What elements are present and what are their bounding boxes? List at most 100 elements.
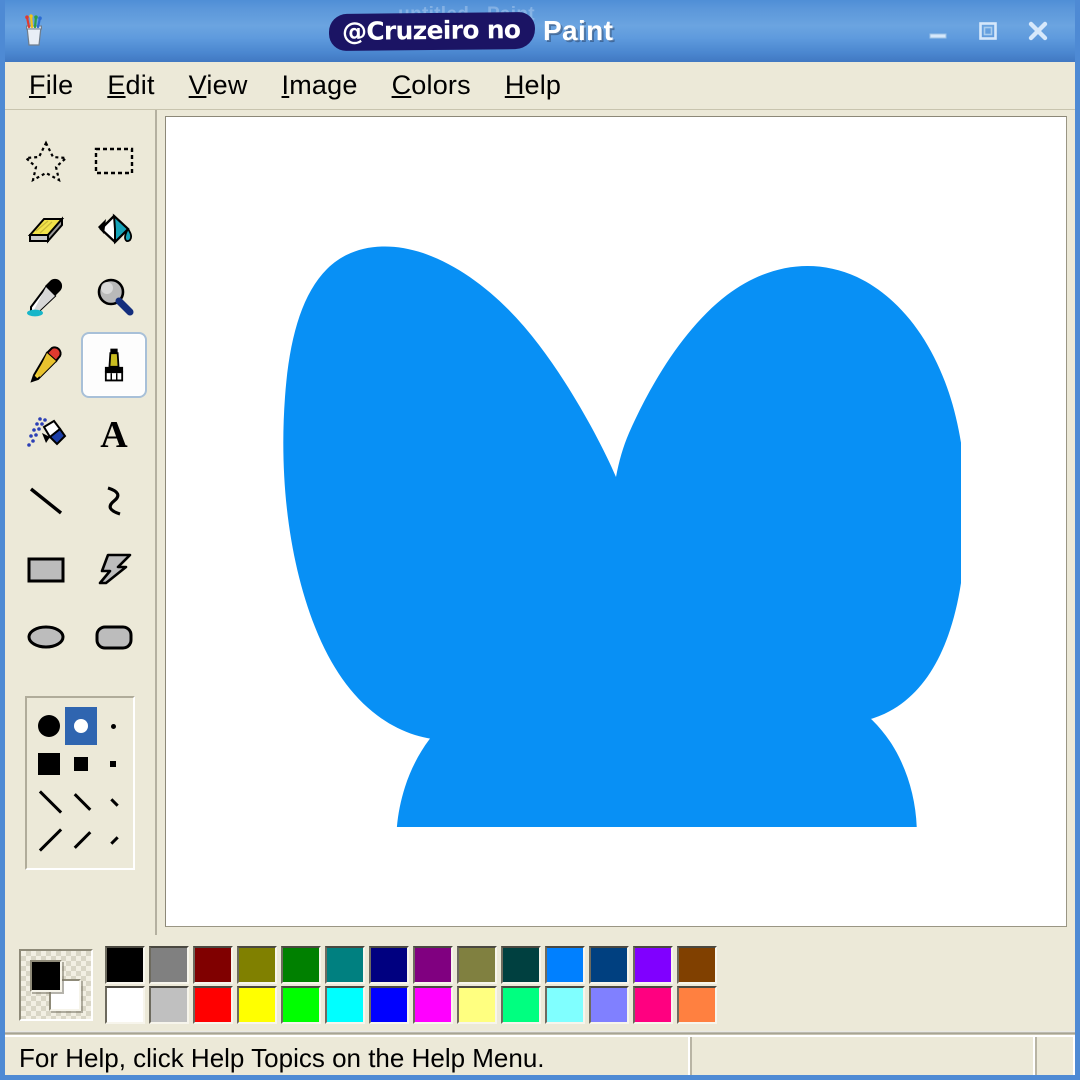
palette-swatch[interactable] xyxy=(413,946,453,984)
bslash-small-icon xyxy=(109,836,118,845)
magnifier-tool[interactable] xyxy=(81,264,147,330)
airbrush-tool[interactable] xyxy=(13,400,79,466)
brush-shape-circle-small[interactable] xyxy=(97,707,129,745)
menu-item-help[interactable]: Help xyxy=(503,68,563,103)
palette-swatch[interactable] xyxy=(457,946,497,984)
square-medium-icon xyxy=(74,757,88,771)
svg-text:A: A xyxy=(100,414,128,455)
menu-accel-file: F xyxy=(29,70,46,100)
palette-swatch[interactable] xyxy=(237,946,277,984)
palette-swatch[interactable] xyxy=(589,986,629,1024)
menu-rest-edit: dit xyxy=(125,70,155,100)
color-palette-bar xyxy=(5,935,1075,1035)
close-button[interactable] xyxy=(1023,16,1053,46)
maximize-button[interactable] xyxy=(973,16,1003,46)
palette-swatch[interactable] xyxy=(325,986,365,1024)
menu-item-file[interactable]: File xyxy=(27,68,75,103)
palette-swatch[interactable] xyxy=(105,986,145,1024)
fill-tool[interactable] xyxy=(81,196,147,262)
palette-swatch[interactable] xyxy=(105,946,145,984)
rounded-rectangle-tool[interactable] xyxy=(81,604,147,670)
brush-shape-circle-large[interactable] xyxy=(33,707,65,745)
canvas-area xyxy=(157,110,1075,935)
curve-tool[interactable] xyxy=(81,468,147,534)
brush-tool[interactable] xyxy=(81,332,147,398)
palette-swatch[interactable] xyxy=(457,986,497,1024)
palette-swatch[interactable] xyxy=(501,946,541,984)
title-bar: untitled - Paint @Cruzeiro no Paint xyxy=(5,0,1075,62)
palette-swatch[interactable] xyxy=(545,946,585,984)
paint-window: untitled - Paint @Cruzeiro no Paint xyxy=(0,0,1080,1080)
palette-swatch[interactable] xyxy=(501,986,541,1024)
eraser-tool[interactable] xyxy=(13,196,79,262)
rectangle-select-tool[interactable] xyxy=(81,128,147,194)
drawing-canvas[interactable] xyxy=(165,116,1067,927)
palette-swatch[interactable] xyxy=(369,946,409,984)
menu-item-colors[interactable]: Colors xyxy=(390,68,473,103)
free-form-select-tool[interactable] xyxy=(13,128,79,194)
brush-shape-bslash-small[interactable] xyxy=(97,821,129,859)
rectangle-tool[interactable] xyxy=(13,536,79,602)
menu-bar: File Edit View Image Colors Help xyxy=(5,62,1075,110)
menu-item-image[interactable]: Image xyxy=(280,68,360,103)
menu-rest-colors: olors xyxy=(411,70,471,100)
status-size-text xyxy=(1035,1037,1075,1075)
brush-shape-fslash-medium[interactable] xyxy=(65,783,97,821)
palette-swatch[interactable] xyxy=(193,986,233,1024)
palette-swatch[interactable] xyxy=(677,986,717,1024)
brush-shape-bslash-large[interactable] xyxy=(33,821,65,859)
brush-shape-options xyxy=(25,696,135,870)
palette-swatch[interactable] xyxy=(633,946,673,984)
circle-small-icon xyxy=(110,723,116,729)
menu-rest-file: ile xyxy=(45,70,74,100)
status-help-text: For Help, click Help Topics on the Help … xyxy=(5,1037,690,1075)
circle-large-icon xyxy=(38,715,60,737)
palette-swatch[interactable] xyxy=(589,946,629,984)
brush-shape-square-medium[interactable] xyxy=(65,745,97,783)
brush-shape-fslash-large[interactable] xyxy=(33,783,65,821)
palette-swatch[interactable] xyxy=(149,946,189,984)
brush-shape-square-small[interactable] xyxy=(97,745,129,783)
menu-accel-view: V xyxy=(188,70,207,100)
palette-swatch[interactable] xyxy=(149,986,189,1024)
brush-shape-fslash-small[interactable] xyxy=(97,783,129,821)
window-title: Paint xyxy=(542,15,614,46)
minimize-button[interactable] xyxy=(923,16,953,46)
color-picker-tool[interactable] xyxy=(13,264,79,330)
brush-shape-circle-medium[interactable] xyxy=(65,707,97,745)
status-position-text xyxy=(690,1037,1035,1075)
brush-shape-square-large[interactable] xyxy=(33,745,65,783)
palette-swatch[interactable] xyxy=(237,986,277,1024)
title-center: untitled - Paint @Cruzeiro no Paint xyxy=(21,0,923,62)
square-large-icon xyxy=(38,753,60,775)
square-small-icon xyxy=(110,761,116,767)
fslash-small-icon xyxy=(109,798,118,807)
menu-item-view[interactable]: View xyxy=(187,68,250,103)
palette-swatch[interactable] xyxy=(281,986,321,1024)
foreground-color-swatch[interactable] xyxy=(30,960,62,992)
tool-grid: A xyxy=(5,128,155,670)
menu-accel-colors: C xyxy=(391,70,412,100)
palette-swatch[interactable] xyxy=(545,986,585,1024)
menu-item-edit[interactable]: Edit xyxy=(105,68,156,103)
line-tool[interactable] xyxy=(13,468,79,534)
title-sticker-badge: @Cruzeiro no xyxy=(330,13,534,49)
pencil-tool[interactable] xyxy=(13,332,79,398)
brush-shape-bslash-medium[interactable] xyxy=(65,821,97,859)
palette-swatch[interactable] xyxy=(281,946,321,984)
palette-swatch[interactable] xyxy=(193,946,233,984)
menu-rest-image: mage xyxy=(289,70,358,100)
menu-accel-help: H xyxy=(504,70,525,100)
text-tool[interactable]: A xyxy=(81,400,147,466)
palette-swatch[interactable] xyxy=(633,986,673,1024)
bslash-medium-icon xyxy=(70,829,92,851)
palette-swatch[interactable] xyxy=(369,986,409,1024)
palette-swatch[interactable] xyxy=(413,986,453,1024)
butterfly-shape xyxy=(271,217,961,827)
current-colors-indicator[interactable] xyxy=(19,949,93,1021)
palette-swatch[interactable] xyxy=(325,946,365,984)
window-controls xyxy=(923,16,1053,46)
polygon-tool[interactable] xyxy=(81,536,147,602)
palette-swatch[interactable] xyxy=(677,946,717,984)
ellipse-tool[interactable] xyxy=(13,604,79,670)
